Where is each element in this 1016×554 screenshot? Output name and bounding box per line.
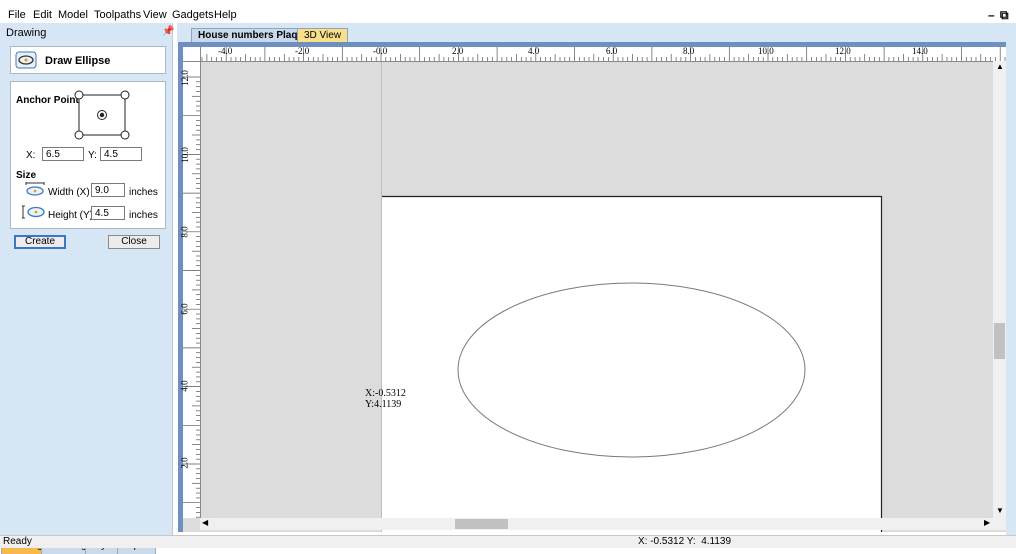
cursor-y: Y:4.1139 [365,399,402,410]
status-text: Ready [3,536,32,547]
create-button[interactable]: Create [14,235,66,249]
anchor-point-selector[interactable] [73,89,131,141]
menu-view[interactable]: View [143,9,167,21]
ruler-label: 6.0 [179,303,190,315]
ruler-label: 2.0 [179,457,190,469]
anchor-x-input[interactable] [42,147,84,161]
tool-header: Draw Ellipse [10,46,166,74]
ruler-label: 6.0 [606,46,618,56]
document-tabs: House numbers Plaque 3D View [177,23,1016,43]
height-icon [22,205,45,219]
title-bar [0,0,1016,7]
width-units: inches [129,187,158,198]
cursor-coords: X:-0.5312 Y:4.1139 [365,388,406,410]
minimize-icon[interactable]: – [988,8,995,22]
width-label: Width (X) [48,187,90,198]
scroll-right-icon[interactable]: ▶ [984,518,990,527]
ellipse-tool-icon [15,51,37,69]
anchor-y-input[interactable] [100,147,142,161]
right-side-strip [1006,23,1016,535]
tool-title: Draw Ellipse [45,55,111,67]
horizontal-ruler: -4.0 -2.0 -0.0 2.0 4.0 6.0 8.0 10.0 12.0… [183,46,1006,62]
2d-view[interactable] [183,47,1006,532]
menu-edit[interactable]: Edit [33,9,52,21]
ruler-label: -4.0 [218,46,233,56]
ruler-label: 4.0 [179,380,190,392]
status-coords: X: -0.5312 Y: 4.1139 [638,536,732,547]
menu-toolpaths[interactable]: Toolpaths [94,9,141,21]
pin-icon[interactable]: 📌 [162,26,174,37]
ruler-label: -2.0 [295,46,310,56]
ruler-label: 12.0 [835,46,851,56]
menu-bar: File Edit Model Toolpaths View Gadgets H… [0,7,1016,23]
horizontal-scroll-thumb[interactable] [455,519,508,529]
menu-gadgets[interactable]: Gadgets [172,9,214,21]
width-icon [25,182,45,196]
height-label: Height (Y) [48,210,94,221]
ruler-label: 12.0 [179,70,190,86]
scroll-down-icon[interactable]: ▼ [996,506,1004,515]
menu-help[interactable]: Help [214,9,237,21]
ruler-label: 4.0 [528,46,540,56]
horizontal-scrollbar[interactable]: ◀ ▶ [200,518,1006,530]
vertical-ruler: 12.0 10.0 8.0 6.0 4.0 2.0 [179,61,201,518]
y-label: Y: [88,150,97,161]
ruler-label: 2.0 [452,46,464,56]
scroll-left-icon[interactable]: ◀ [202,518,208,527]
status-bar: Ready X: -0.5312 Y: 4.1139 [0,535,1016,548]
ruler-label: 8.0 [683,46,695,56]
ruler-label: 14.0 [912,46,928,56]
width-input[interactable] [91,183,125,197]
close-button[interactable]: Close [108,235,160,249]
panel-title: Drawing [6,27,47,39]
ellipse-settings: Anchor Point X: Y: Size Width (X) inches [10,81,166,229]
tab-3d-view[interactable]: 3D View [297,28,349,43]
drawing-canvas[interactable] [183,47,1006,532]
anchor-point-label: Anchor Point [16,95,79,106]
material-sheet [382,196,882,532]
drawing-panel: Drawing 📌 Draw Ellipse Anchor Point X: Y… [0,23,174,554]
ruler-label: -0.0 [373,46,388,56]
ruler-corner [183,47,201,62]
cursor-x: X:-0.5312 [365,388,406,399]
ruler-label: 10.0 [758,46,774,56]
size-label: Size [16,170,37,181]
menu-model[interactable]: Model [58,9,88,21]
height-units: inches [129,210,158,221]
vertical-scroll-thumb[interactable] [994,323,1005,359]
x-label: X: [26,150,36,161]
scroll-up-icon[interactable]: ▲ [996,62,1004,71]
restore-icon[interactable]: ⧉ [1000,8,1009,23]
height-input[interactable] [91,206,125,220]
ruler-label: 8.0 [179,226,190,238]
vertical-scrollbar[interactable]: ▲ ▼ [993,61,1006,518]
ruler-label: 10.0 [179,147,190,163]
menu-file[interactable]: File [8,9,26,21]
